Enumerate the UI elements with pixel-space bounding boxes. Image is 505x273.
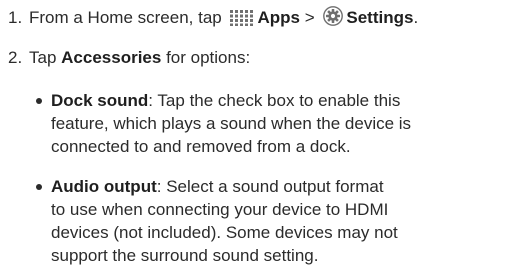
option-line: to use when connecting your device to HD…: [51, 200, 389, 219]
option-description: : Tap the check box to enable this: [148, 91, 401, 110]
settings-label: Settings: [346, 8, 414, 27]
option-term: Dock sound: [51, 91, 149, 110]
step-prefix: Tap: [29, 48, 57, 67]
step-text: From a Home screen, tap Apps > Settings.: [29, 6, 418, 32]
step-prefix: From a Home screen, tap: [29, 8, 222, 27]
apps-grid-icon: [230, 9, 254, 32]
option-line: connected to and removed from a dock.: [51, 137, 351, 156]
settings-gear-icon: [323, 6, 344, 32]
step-suffix: .: [413, 8, 419, 27]
apps-label: Apps: [257, 8, 300, 27]
option-line: Dock sound: Tap the check box to enable …: [51, 89, 496, 112]
option-line: Audio output: Select a sound output form…: [51, 175, 496, 198]
accessories-label: Accessories: [61, 48, 162, 67]
step-number: 1.: [8, 8, 23, 27]
option-term: Audio output: [51, 177, 157, 196]
bullet-icon: [36, 184, 42, 190]
step-number: 2.: [8, 48, 23, 67]
step-suffix: for options:: [166, 48, 251, 67]
option-line: support the surround sound setting.: [51, 246, 319, 265]
option-line: devices (not included). Some devices may…: [51, 223, 398, 242]
bullet-icon: [36, 98, 42, 104]
option-line: feature, which plays a sound when the de…: [51, 114, 412, 133]
option-description: : Select a sound output format: [156, 177, 384, 196]
option-text: Audio output: Select a sound output form…: [51, 175, 496, 267]
step-text: Tap Accessories for options:: [29, 46, 250, 69]
separator: >: [304, 8, 315, 27]
option-text: Dock sound: Tap the check box to enable …: [51, 89, 496, 158]
